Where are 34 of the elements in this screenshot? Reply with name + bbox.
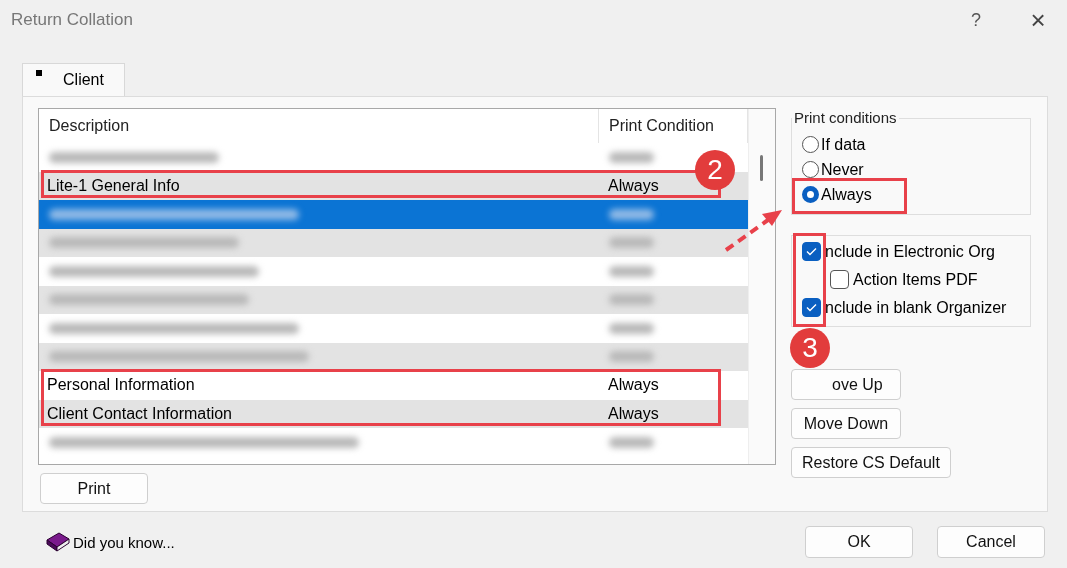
checkbox[interactable] — [802, 242, 821, 261]
close-button[interactable]: × — [1023, 7, 1053, 33]
ok-button[interactable]: OK — [805, 526, 913, 558]
cancel-button[interactable]: Cancel — [937, 526, 1045, 558]
radio-label: If data — [821, 135, 866, 154]
radio-label: Never — [821, 160, 864, 179]
print-button[interactable]: Print — [40, 473, 148, 504]
move-down-button[interactable]: Move Down — [791, 408, 901, 439]
radio-button[interactable] — [802, 161, 819, 178]
help-button[interactable]: ? — [961, 9, 991, 31]
blurred-list-row[interactable] — [39, 200, 748, 229]
window-title: Return Collation — [11, 10, 134, 30]
list-row[interactable]: Personal Information Always — [39, 371, 748, 400]
blurred-list-row[interactable] — [39, 228, 748, 257]
restore-default-button[interactable]: Restore CS Default — [791, 447, 951, 478]
blurred-list-row[interactable] — [39, 342, 748, 371]
checkbox-label: nclude in Electronic Org — [825, 242, 995, 261]
radio-label: Always — [821, 185, 872, 204]
checkbox[interactable] — [830, 270, 849, 289]
checkbox-label: Action Items PDF — [853, 270, 978, 289]
checkbox[interactable] — [802, 298, 821, 317]
column-header[interactable]: Description — [39, 109, 599, 143]
group-label: Print conditions — [792, 109, 899, 126]
book-icon — [45, 531, 71, 553]
square-icon — [36, 70, 42, 76]
checkbox-label: nclude in blank Organizer — [825, 298, 1007, 317]
radio-button[interactable] — [802, 136, 819, 153]
did-you-know-link[interactable]: Did you know... — [73, 533, 175, 551]
move-up-button[interactable]: ove Up — [791, 369, 901, 400]
checkmark-icon — [806, 247, 817, 256]
checkmark-icon — [806, 303, 817, 312]
radio-button[interactable] — [802, 186, 819, 203]
tab[interactable]: Client — [22, 63, 125, 96]
scrollbar[interactable] — [748, 109, 775, 464]
